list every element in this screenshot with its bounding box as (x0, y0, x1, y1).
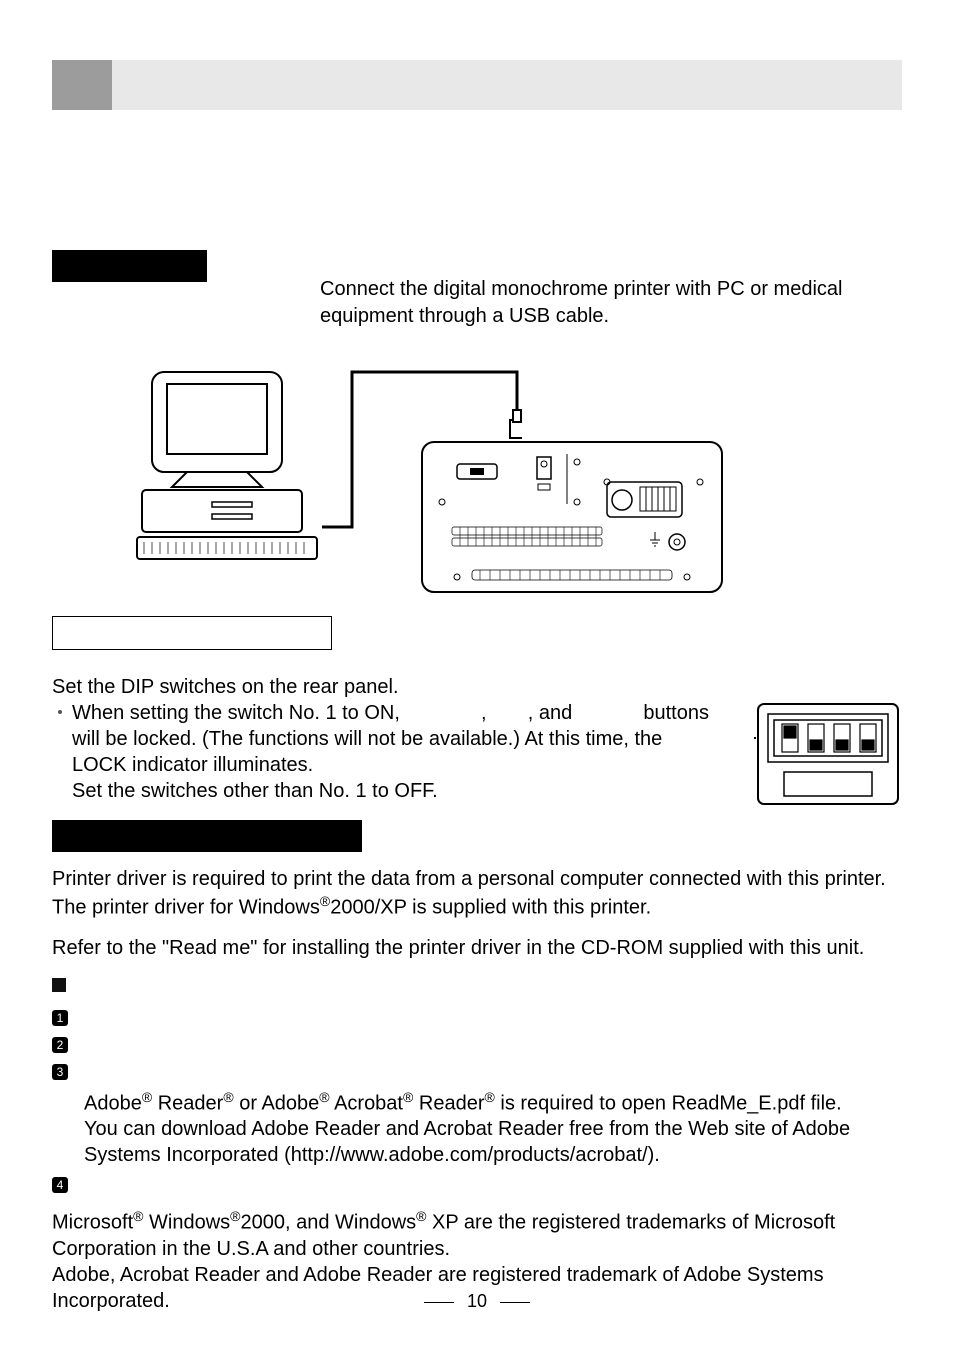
page: Connect the digital monochrome printer w… (0, 0, 954, 1352)
reg-icon: ® (416, 1208, 426, 1224)
pc-icon (122, 362, 322, 572)
p6: Systems Incorporated (http://www.adobe.c… (84, 1144, 660, 1166)
p7b: Windows (143, 1212, 230, 1234)
reg-icon: ® (223, 1089, 233, 1105)
header-band (52, 60, 902, 110)
driver-adobe-block: Adobe® Reader® or Adobe® Acrobat® Reader… (84, 1088, 902, 1169)
section-1-label (52, 250, 207, 282)
dip-b2: will be locked. (The functions will not … (72, 728, 662, 750)
dip-section: Set the DIP switches on the rear panel. … (52, 674, 902, 810)
reg-icon: ® (403, 1089, 413, 1105)
footer-rule-right (500, 1302, 530, 1303)
p4e: Reader (413, 1092, 484, 1114)
step-2-icon: 2 (52, 1037, 68, 1053)
reg-icon: ® (320, 893, 330, 909)
page-number: 10 (467, 1291, 487, 1311)
p4a: Adobe (84, 1092, 142, 1114)
dip-b4: Set the switches other than No. 1 to OFF… (72, 780, 438, 802)
dip-b1c: , and (528, 702, 572, 724)
p7c: 2000, and Windows (240, 1212, 416, 1234)
intro-line-1: Connect the digital monochrome printer w… (320, 278, 842, 300)
step-4-icon: 4 (52, 1177, 68, 1193)
p4b: Reader (152, 1092, 223, 1114)
dip-b1b: , (481, 702, 487, 724)
driver-p2b: 2000/XP is supplied with this printer. (330, 897, 651, 919)
p4c: or Adobe (234, 1092, 320, 1114)
driver-p2a: The printer driver for Windows (52, 897, 320, 919)
dip-bullet-text: When setting the switch No. 1 to ON, , ,… (72, 700, 744, 804)
reg-icon: ® (230, 1208, 240, 1224)
p7d: XP are the registered trademarks of Micr… (426, 1212, 835, 1234)
step-1-icon: 1 (52, 1010, 68, 1026)
reg-icon: ® (319, 1089, 329, 1105)
p9: Adobe, Acrobat Reader and Adobe Reader a… (52, 1264, 824, 1286)
p8: Corporation in the U.S.A and other count… (52, 1238, 450, 1260)
step-3-icon: 3 (52, 1064, 68, 1080)
bullet-icon (58, 710, 62, 714)
reg-icon: ® (484, 1089, 494, 1105)
content: Connect the digital monochrome printer w… (52, 250, 902, 1314)
dip-bullet-row: When setting the switch No. 1 to ON, , ,… (52, 700, 902, 810)
p4f: is required to open ReadMe_E.pdf file. (495, 1092, 842, 1114)
p7a: Microsoft (52, 1212, 133, 1234)
page-footer: 10 (0, 1291, 954, 1312)
driver-section: Printer driver is required to print the … (52, 866, 902, 1314)
p5: You can download Adobe Reader and Acroba… (84, 1118, 850, 1140)
section-dip-label-outline (52, 616, 332, 650)
dip-b1a: When setting the switch No. 1 to ON, (72, 702, 400, 724)
driver-p2: The printer driver for Windows®2000/XP i… (52, 892, 902, 921)
driver-p3: Refer to the "Read me" for installing th… (52, 935, 902, 961)
printer-rear-icon (412, 432, 732, 612)
square-bullet-icon (52, 978, 66, 992)
dip-b1d: buttons (643, 702, 709, 724)
connection-diagram (52, 362, 902, 592)
header-block (52, 60, 112, 110)
footer-rule-left (424, 1302, 454, 1303)
dip-switch-icon (754, 700, 902, 810)
driver-p1: Printer driver is required to print the … (52, 866, 902, 892)
reg-icon: ® (133, 1208, 143, 1224)
dip-b3: LOCK indicator illuminates. (72, 754, 313, 776)
dip-lead: Set the DIP switches on the rear panel. (52, 674, 902, 700)
p4d: Acrobat (330, 1092, 403, 1114)
section-driver-label (52, 820, 362, 852)
intro-line-2: equipment through a USB cable. (320, 305, 609, 327)
intro-text: Connect the digital monochrome printer w… (320, 276, 902, 330)
reg-icon: ® (142, 1089, 152, 1105)
